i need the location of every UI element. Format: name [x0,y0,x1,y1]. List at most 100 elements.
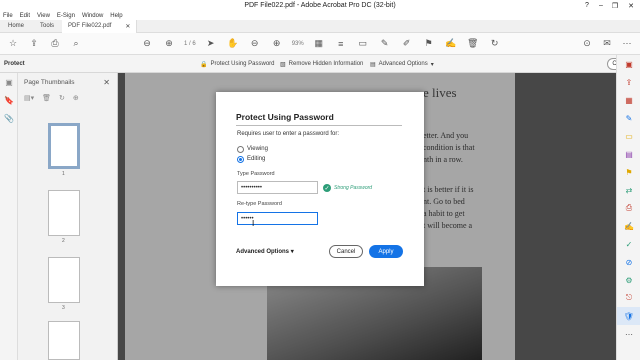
viewing-radio[interactable] [237,146,244,153]
tab-home[interactable]: Home [0,20,32,33]
sign-icon[interactable]: ✍ [617,217,640,235]
export-icon[interactable]: ⇪ [617,73,640,91]
page-indicator[interactable]: 1 / 6 [184,41,196,47]
bookmarks-icon[interactable]: 🔖 [0,91,18,109]
more-icon[interactable]: ⋯ [620,37,634,51]
remove-hidden-info-button[interactable]: ▧ Remove Hidden Information [280,55,363,73]
page-thumbnail[interactable] [48,123,80,169]
hand-tool-icon[interactable]: ✋ [226,37,240,51]
comment-icon[interactable]: ▭ [617,127,640,145]
editing-radio[interactable] [237,156,244,163]
stamp-icon[interactable]: ⚑ [617,163,640,181]
redact-icon[interactable]: ⊘ [617,253,640,271]
page-number: 2 [62,238,65,244]
advanced-options-text: Advanced Options [236,249,290,255]
help-icon[interactable]: ? [580,0,594,11]
fill-sign-icon[interactable]: ✓ [617,235,640,253]
requires-text: Requires user to enter a password for: [237,131,340,137]
compare-icon[interactable]: ⇄ [617,181,640,199]
rotate-icon[interactable]: ↻ [488,37,502,51]
upload-icon[interactable]: ⇪ [27,37,41,51]
stamp-icon[interactable]: ⚑ [422,37,436,51]
zoom-in-icon[interactable]: ⊕ [270,37,284,51]
password-strength: ✓ Strong Password [323,184,372,192]
window-controls: ? – ❐ ✕ [580,0,640,11]
combine-icon[interactable]: ▦ [617,91,640,109]
comment-icon[interactable]: ▭ [356,37,370,51]
next-page-icon[interactable]: ⊕ [162,37,176,51]
options-icon[interactable]: ▤▾ [24,94,34,102]
page-thumbnail[interactable] [48,190,80,236]
mail-icon[interactable]: ✉ [600,37,614,51]
highlight-icon[interactable]: ✐ [400,37,414,51]
protect-shield-icon[interactable]: 🛡 [617,307,640,325]
chevron-down-icon: ▾ [430,61,434,68]
prev-page-icon[interactable]: ⊖ [140,37,154,51]
panel-tools: ▤▾ 🗑 ↻ ⊕ [18,91,117,105]
search-icon[interactable]: ⌕ [69,37,83,51]
retype-password-field[interactable]: •••••• [237,212,318,225]
close-panel-icon[interactable]: ✕ [103,78,110,87]
maximize-button[interactable]: ❐ [608,0,622,11]
delete-icon[interactable]: 🗑 [466,37,480,51]
more-tools-icon[interactable]: ⋯ [617,325,640,343]
tab-tools[interactable]: Tools [32,20,62,33]
sign-icon[interactable]: ✍ [444,37,458,51]
close-window-button[interactable]: ✕ [622,0,640,11]
cursor-tool-icon[interactable]: ➤ [204,37,218,51]
menu-window[interactable]: Window [82,13,103,19]
apply-button[interactable]: Apply [369,245,403,258]
menu-esign[interactable]: E-Sign [57,13,75,19]
zoom-icon[interactable]: ⊕ [73,94,79,102]
protect-using-password-button[interactable]: 🔒 Protect Using Password [200,55,275,73]
right-tools-rail: ▣ ⇪ ▦ ✎ ▭ ▤ ⚑ ⇄ ⎙ ✍ ✓ ⊘ ⚙ ⎋ 🛡 ⋯ [616,55,640,360]
comment-tool-icon[interactable]: ✎ [617,109,640,127]
options-icon: ▤ [370,61,376,68]
strength-label: Strong Password [334,185,373,191]
print-production-icon[interactable]: ⎋ [617,289,640,307]
advanced-options-toggle[interactable]: Advanced Options ▾ [236,248,294,255]
zoom-out-icon[interactable]: ⊖ [248,37,262,51]
viewing-label[interactable]: Viewing [247,146,268,152]
menu-file[interactable]: File [3,13,13,19]
share-icon[interactable]: ⊙ [580,37,594,51]
menu-help[interactable]: Help [110,13,122,19]
tab-document[interactable]: PDF File022.pdf ✕ [62,19,138,33]
attachments-icon[interactable]: 📎 [0,109,18,127]
page-thumbnail[interactable] [48,257,80,303]
menu-view[interactable]: View [37,13,50,19]
print-icon[interactable]: ⎙ [48,37,62,51]
page-thumbnail[interactable] [48,321,80,360]
text-cursor-icon: I [252,219,255,228]
menu-edit[interactable]: Edit [20,13,30,19]
delete-icon[interactable]: 🗑 [42,94,51,102]
pen-icon[interactable]: ✎ [378,37,392,51]
pdf-tool-icon[interactable]: ▣ [617,55,640,73]
eraser-icon: ▧ [280,61,286,68]
window-title: PDF File022.pdf - Adobe Acrobat Pro DC (… [244,2,396,9]
fit-page-icon[interactable]: ▦ [312,37,326,51]
thumbnails-icon[interactable]: ▣ [0,73,18,91]
type-password-label: Type Password [237,171,275,177]
cancel-button[interactable]: Cancel [329,245,363,258]
remove-hidden-info-label: Remove Hidden Information [288,61,364,67]
rotate-icon[interactable]: ↻ [59,94,65,102]
advanced-options-menu[interactable]: ▤ Advanced Options ▾ [370,55,434,73]
zoom-level[interactable]: 93% [292,41,304,47]
organize-icon[interactable]: ▤ [617,145,640,163]
panel-title: Page Thumbnails [24,78,75,86]
minimize-button[interactable]: – [594,0,608,11]
close-tab-icon[interactable]: ✕ [125,23,130,30]
tab-document-label: PDF File022.pdf [68,23,112,29]
page-number: 3 [62,305,65,311]
scroll-mode-icon[interactable]: ≡ [334,37,348,51]
star-icon[interactable]: ☆ [6,37,20,51]
editing-label[interactable]: Editing [247,156,265,162]
scan-icon[interactable]: ⎙ [617,199,640,217]
optimize-icon[interactable]: ⚙ [617,271,640,289]
type-password-field[interactable]: •••••••••• [237,181,318,194]
thumbnails-panel: Page Thumbnails ✕ ▤▾ 🗑 ↻ ⊕ 1 2 3 [18,73,118,360]
main-toolbar: ☆ ⇪ ⎙ ⌕ ⊖ ⊕ 1 / 6 ➤ ✋ ⊖ ⊕ 93% ▦ ≡ ▭ ✎ ✐ … [0,33,640,55]
tabs-bar: Home Tools PDF File022.pdf ✕ [0,19,640,33]
protect-password-dialog: Protect Using Password Requires user to … [216,92,424,286]
